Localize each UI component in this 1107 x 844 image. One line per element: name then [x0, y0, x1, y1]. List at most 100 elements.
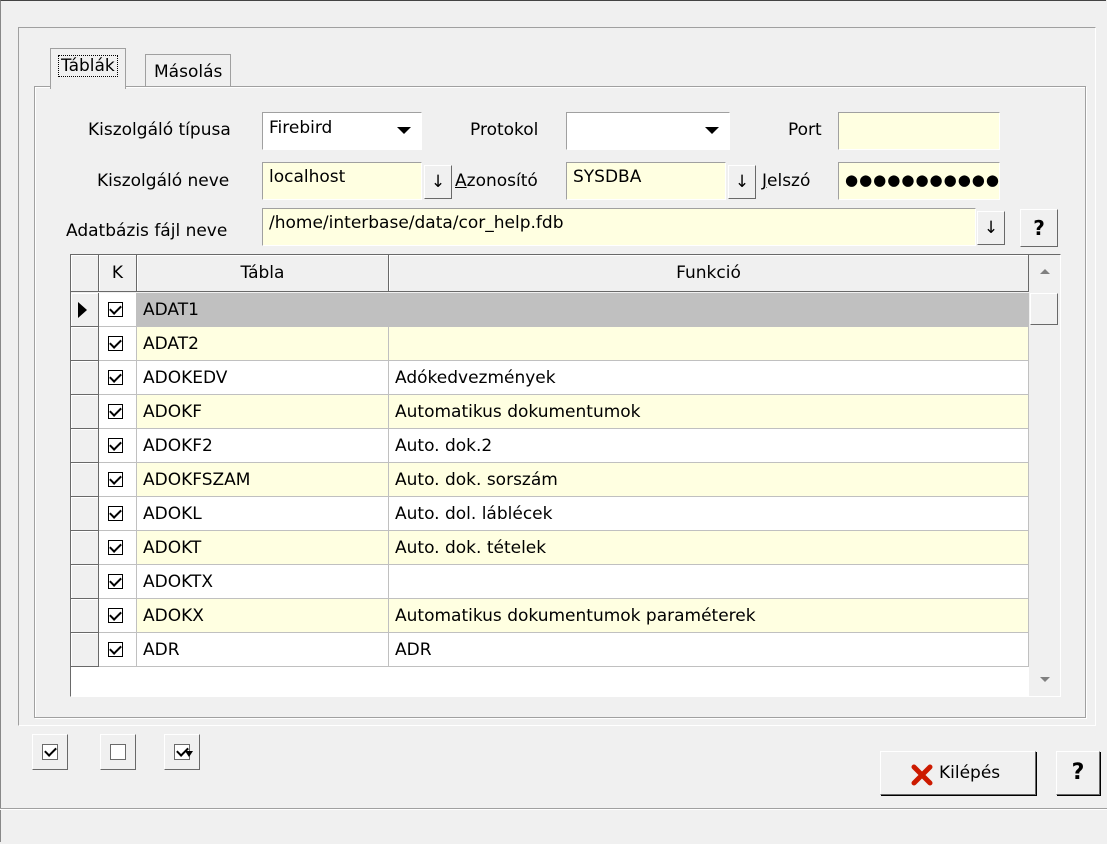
table-row[interactable]: ADAT2: [71, 327, 1029, 361]
tab-tables-label: Táblák: [58, 55, 118, 77]
row-indicator[interactable]: [71, 429, 99, 463]
row-table-cell[interactable]: ADAT1: [137, 293, 389, 327]
protocol-label: Protokol: [470, 120, 539, 140]
row-function-cell[interactable]: Auto. dok.2: [389, 429, 1029, 463]
table-row[interactable]: ADOKT Auto. dok. tételek: [71, 531, 1029, 565]
row-function-cell[interactable]: [389, 565, 1029, 599]
row-function-cell[interactable]: ADR: [389, 633, 1029, 667]
row-indicator[interactable]: [71, 565, 99, 599]
row-function-cell[interactable]: Automatikus dokumentumok: [389, 395, 1029, 429]
row-table-cell[interactable]: ADOKF: [137, 395, 389, 429]
header-k[interactable]: K: [99, 255, 137, 292]
row-table-cell[interactable]: ADOKFSZAM: [137, 463, 389, 497]
header-function[interactable]: Funkció: [389, 255, 1029, 292]
row-table-cell[interactable]: ADOKEDV: [137, 361, 389, 395]
row-checkbox-cell[interactable]: [99, 633, 137, 667]
user-down-arrow-button[interactable]: ↓: [728, 165, 756, 199]
row-function-cell[interactable]: [389, 293, 1029, 327]
row-function-cell[interactable]: Auto. dol. láblécek: [389, 497, 1029, 531]
checkbox-checked-icon[interactable]: [108, 574, 123, 589]
chevron-down-icon: [397, 127, 411, 134]
row-function-cell[interactable]: Automatikus dokumentumok paraméterek: [389, 599, 1029, 633]
grid-scrollbar[interactable]: [1029, 255, 1060, 696]
row-indicator[interactable]: [71, 599, 99, 633]
row-indicator[interactable]: [71, 395, 99, 429]
row-checkbox-cell[interactable]: [99, 293, 137, 327]
checkbox-checked-icon[interactable]: [108, 404, 123, 419]
row-indicator[interactable]: [71, 293, 99, 327]
help-button[interactable]: ?: [1056, 751, 1100, 795]
server-name-down-arrow-button[interactable]: ↓: [424, 165, 452, 199]
checkbox-checked-icon[interactable]: [108, 506, 123, 521]
arrow-down-icon: ↓: [983, 218, 999, 238]
table-row[interactable]: ADOKTX: [71, 565, 1029, 599]
scroll-thumb[interactable]: [1030, 293, 1058, 325]
row-indicator[interactable]: [71, 463, 99, 497]
row-indicator[interactable]: [71, 327, 99, 361]
user-label: Azonosító: [455, 171, 538, 191]
row-checkbox-cell[interactable]: [99, 565, 137, 599]
checkbox-checked-icon[interactable]: [108, 370, 123, 385]
row-table-cell[interactable]: ADOKT: [137, 531, 389, 565]
table-row[interactable]: ADOKF2 Auto. dok.2: [71, 429, 1029, 463]
row-checkbox-cell[interactable]: [99, 327, 137, 361]
db-file-down-arrow-button[interactable]: ↓: [977, 211, 1005, 245]
checkbox-checked-icon[interactable]: [108, 302, 123, 317]
tab-tables[interactable]: Táblák: [50, 48, 126, 89]
row-indicator[interactable]: [71, 633, 99, 667]
row-indicator[interactable]: [71, 361, 99, 395]
user-field[interactable]: SYSDBA: [566, 162, 726, 200]
row-table-cell[interactable]: ADR: [137, 633, 389, 667]
tables-grid[interactable]: K Tábla Funkció ADAT1 ADAT2 ADOKEDV Adókedv…: [70, 254, 1061, 697]
password-field[interactable]: ●●●●●●●●●●●: [838, 162, 1000, 200]
row-function-cell[interactable]: Auto. dok. sorszám: [389, 463, 1029, 497]
exit-button[interactable]: Kilépés: [880, 751, 1036, 795]
scroll-up-icon[interactable]: [1040, 269, 1050, 274]
table-row[interactable]: ADOKF Automatikus dokumentumok: [71, 395, 1029, 429]
row-table-cell[interactable]: ADOKF2: [137, 429, 389, 463]
table-row[interactable]: ADOKL Auto. dol. láblécek: [71, 497, 1029, 531]
table-row[interactable]: ADOKEDV Adókedvezmények: [71, 361, 1029, 395]
row-table-cell[interactable]: ADOKL: [137, 497, 389, 531]
table-row[interactable]: ADR ADR: [71, 633, 1029, 667]
table-row[interactable]: ADOKFSZAM Auto. dok. sorszám: [71, 463, 1029, 497]
checkbox-checked-icon[interactable]: [108, 642, 123, 657]
row-function-cell[interactable]: [389, 327, 1029, 361]
row-checkbox-cell[interactable]: [99, 429, 137, 463]
db-file-field[interactable]: /home/interbase/data/cor_help.fdb: [262, 208, 976, 246]
port-field[interactable]: [838, 112, 1000, 150]
check-all-button[interactable]: [32, 734, 68, 770]
current-row-arrow-icon: [78, 302, 87, 318]
db-file-browse-button[interactable]: ?: [1020, 209, 1058, 247]
table-row[interactable]: ADOKX Automatikus dokumentumok paramétere…: [71, 599, 1029, 633]
server-name-field[interactable]: localhost: [262, 162, 422, 200]
checkbox-checked-icon[interactable]: [108, 336, 123, 351]
server-type-select[interactable]: Firebird: [262, 112, 422, 150]
server-type-label: Kiszolgáló típusa: [88, 120, 231, 140]
password-label-rest: elszó: [767, 171, 811, 191]
checkbox-checked-icon[interactable]: [108, 438, 123, 453]
row-table-cell[interactable]: ADOKTX: [137, 565, 389, 599]
row-function-cell[interactable]: Auto. dok. tételek: [389, 531, 1029, 565]
table-row[interactable]: ADAT1: [71, 293, 1029, 327]
header-table[interactable]: Tábla: [137, 255, 389, 292]
row-table-cell[interactable]: ADAT2: [137, 327, 389, 361]
row-function-cell[interactable]: Adókedvezmények: [389, 361, 1029, 395]
tab-copy[interactable]: Másolás: [145, 54, 232, 87]
uncheck-all-button[interactable]: [100, 734, 136, 770]
row-table-cell[interactable]: ADOKX: [137, 599, 389, 633]
row-checkbox-cell[interactable]: [99, 361, 137, 395]
checkbox-checked-icon[interactable]: [108, 540, 123, 555]
row-indicator[interactable]: [71, 497, 99, 531]
checkbox-checked-icon[interactable]: [108, 472, 123, 487]
protocol-select[interactable]: [566, 112, 730, 150]
row-checkbox-cell[interactable]: [99, 531, 137, 565]
checkbox-checked-icon[interactable]: [108, 608, 123, 623]
scroll-down-icon[interactable]: [1040, 677, 1050, 682]
row-checkbox-cell[interactable]: [99, 463, 137, 497]
invert-check-button[interactable]: [164, 734, 200, 770]
row-indicator[interactable]: [71, 531, 99, 565]
row-checkbox-cell[interactable]: [99, 599, 137, 633]
row-checkbox-cell[interactable]: [99, 497, 137, 531]
row-checkbox-cell[interactable]: [99, 395, 137, 429]
